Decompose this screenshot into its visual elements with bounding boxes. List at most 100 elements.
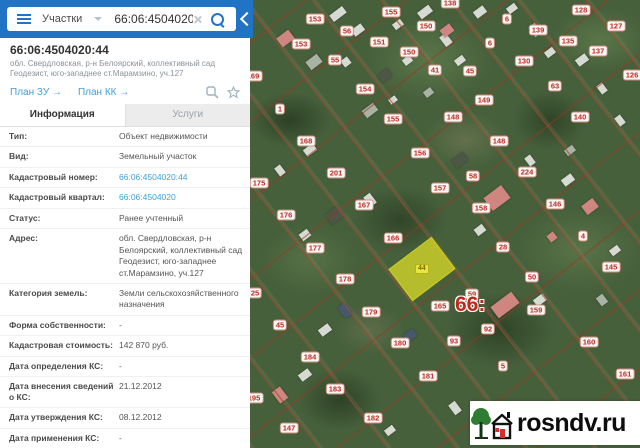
parcel-number-badge: 56 [340, 26, 354, 37]
plan-kk-link[interactable]: План КК → [78, 87, 129, 98]
info-table: Тип:Объект недвижимостиВид:Земельный уча… [0, 127, 250, 448]
parcel-number-badge: 161 [616, 369, 635, 380]
row-label: Кадастровый номер: [9, 172, 119, 183]
plan-links-row: План ЗУ → План КК → [0, 80, 250, 103]
parcel-number-badge: 147 [280, 423, 299, 434]
table-row: Дата применения КС:- [0, 429, 250, 448]
row-value-link[interactable]: 66:06:4504020 [119, 192, 250, 203]
menu-icon[interactable] [17, 18, 31, 20]
row-value: - [119, 320, 250, 331]
parcel-number-badge: 41 [428, 65, 442, 76]
parcel-number-badge: 181 [419, 371, 438, 382]
row-value: Земли сельскохозяйственного назначения [119, 288, 250, 311]
parcel-number-badge: 169 [250, 71, 262, 82]
parcel-number-badge: 140 [571, 112, 590, 123]
row-value: 142 870 руб. [119, 340, 250, 351]
parcel-number-badge: 93 [447, 336, 461, 347]
parcel-number-badge: 154 [356, 84, 375, 95]
row-label: Дата применения КС: [9, 433, 119, 444]
row-label: Дата определения КС: [9, 361, 119, 372]
parcel-number-badge: 150 [417, 21, 436, 32]
parcel-number-badge: 148 [444, 112, 463, 123]
parcel-number-badge: 155 [384, 114, 403, 125]
panel-tabs: Информация Услуги [0, 104, 250, 127]
parcel-number-badge: 138 [441, 0, 460, 9]
table-row: Дата утверждения КС:08.12.2012 [0, 408, 250, 428]
favorite-star-icon[interactable] [227, 86, 240, 99]
row-value: - [119, 433, 250, 444]
cadastral-quarter-label: 66: [455, 295, 485, 315]
parcel-number-badge: 155 [382, 7, 401, 18]
row-label: Кадастровый квартал: [9, 192, 119, 203]
watermark: rosndv.ru [470, 401, 640, 445]
parcel-number-badge: 156 [411, 148, 430, 159]
tab-information[interactable]: Информация [0, 104, 125, 126]
parcel-number-badge: 126 [623, 70, 640, 81]
parcel-number-badge: 58 [466, 171, 480, 182]
parcel-number-badge: 182 [364, 413, 383, 424]
row-value: Ранее учтенный [119, 213, 250, 224]
collapse-panel-icon[interactable] [240, 12, 254, 26]
parcel-number-badge: 151 [370, 37, 389, 48]
parcel-number-badge: 184 [301, 352, 320, 363]
row-label: Категория земель: [9, 288, 119, 311]
top-search-bar: Участки 66:06:4504020:44 [0, 0, 253, 38]
search-input[interactable]: 66:06:4504020:44 [114, 12, 193, 26]
parcel-title: 66:06:4504020:44 [0, 38, 250, 58]
table-row: Дата внесения сведений о КС:21.12.2012 [0, 377, 250, 408]
watermark-text: rosndv.ru [517, 409, 626, 438]
parcel-number-badge: 135 [559, 36, 578, 47]
row-label: Тип: [9, 131, 119, 142]
table-row: Вид:Земельный участок [0, 147, 250, 167]
parcel-info-panel: 66:06:4504020:44 обл. Свердловская, р-н … [0, 38, 250, 448]
row-label: Кадастровая стоимость: [9, 340, 119, 351]
clear-search-icon[interactable] [193, 15, 202, 24]
parcel-number-badge: 5 [498, 361, 508, 372]
parcel-number-badge: 28 [496, 242, 510, 253]
tab-services[interactable]: Услуги [125, 104, 251, 126]
parcel-number-badge: 195 [250, 393, 263, 404]
table-row: Кадастровый квартал:66:06:4504020 [0, 188, 250, 208]
parcel-address-subtitle: обл. Свердловская, р-н Белоярский, колле… [0, 58, 250, 80]
plan-zu-link[interactable]: План ЗУ → [10, 87, 62, 98]
zoom-to-object-icon[interactable] [206, 86, 219, 99]
parcel-number-badge: 55 [328, 55, 342, 66]
parcel-number-badge: 148 [490, 136, 509, 147]
row-label: Дата внесения сведений о КС: [9, 381, 119, 403]
parcel-number-badge: 6 [502, 14, 512, 25]
search-icon[interactable] [211, 13, 224, 26]
row-value: 21.12.2012 [119, 381, 250, 403]
cadastral-map-app: 44 1535615515015115315055411691541155168… [0, 0, 640, 448]
parcel-number-badge: 150 [400, 47, 419, 58]
parcel-number-badge: 179 [362, 307, 381, 318]
chevron-down-icon[interactable] [94, 17, 102, 21]
parcel-number-badge: 6 [485, 38, 495, 49]
row-label: Статус: [9, 213, 119, 224]
row-value-link[interactable]: 66:06:4504020:44 [119, 172, 250, 183]
parcel-number-badge: 158 [472, 203, 491, 214]
parcel-number-badge: 175 [250, 178, 268, 189]
parcel-number-badge: 176 [277, 210, 296, 221]
parcel-number-badge: 137 [589, 46, 608, 57]
search-category-dropdown[interactable]: Участки [42, 13, 82, 25]
row-value: 08.12.2012 [119, 412, 250, 423]
table-row: Адрес:обл. Свердловская, р-н Белоярский,… [0, 229, 250, 284]
parcel-number-badge: 63 [548, 81, 562, 92]
row-label: Дата утверждения КС: [9, 412, 119, 423]
parcel-number-badge: 92 [481, 324, 495, 335]
map-canvas[interactable]: 44 1535615515015115315055411691541155168… [250, 0, 640, 448]
table-row: Дата определения КС:- [0, 357, 250, 377]
parcel-number-badge: 50 [525, 272, 539, 283]
row-label: Вид: [9, 151, 119, 162]
row-label: Адрес: [9, 233, 119, 279]
parcel-number-badge: 201 [327, 168, 346, 179]
parcel-number-badge: 177 [306, 243, 325, 254]
parcel-number-badge: 149 [475, 95, 494, 106]
parcel-number-badge: 183 [326, 384, 345, 395]
parcel-number-badge: 159 [527, 305, 546, 316]
table-row: Статус:Ранее учтенный [0, 209, 250, 229]
parcel-number-badge: 145 [602, 262, 621, 273]
table-row: Кадастровый номер:66:06:4504020:44 [0, 168, 250, 188]
parcel-number-badge: 168 [297, 136, 316, 147]
parcel-number-badge: 153 [306, 14, 325, 25]
